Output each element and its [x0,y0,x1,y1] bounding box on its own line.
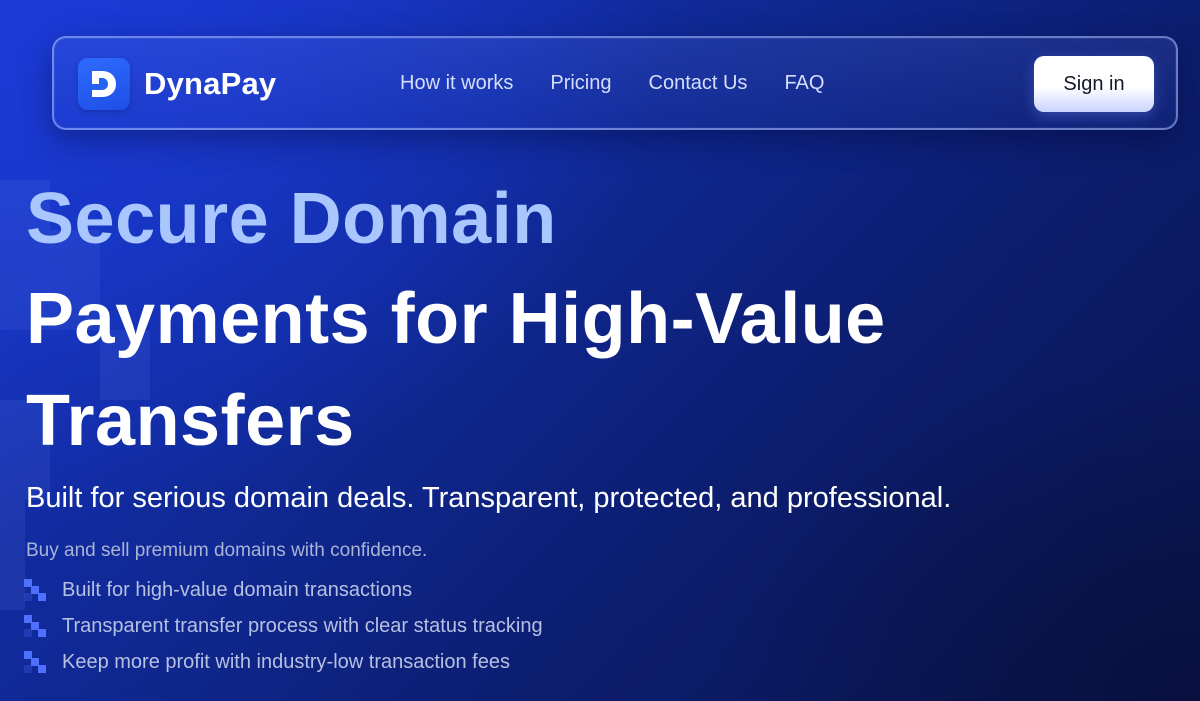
checker-bullet-icon [24,579,46,601]
brand-name: DynaPay [144,66,277,101]
nav-links: How it works Pricing Contact Us FAQ [400,38,824,128]
dp-logo-icon [78,58,130,110]
feature-text: Keep more profit with industry-low trans… [62,650,510,673]
hero-headline-line-3: Transfers [26,381,355,461]
hero-subtitle: Built for serious domain deals. Transpar… [26,482,952,514]
top-navbar: DynaPay How it works Pricing Contact Us … [52,36,1178,130]
sign-in-button[interactable]: Sign in [1034,56,1154,112]
feature-text: Transparent transfer process with clear … [62,614,543,637]
hero-description: Buy and sell premium domains with confid… [26,540,428,561]
feature-list: Built for high-value domain transactions… [24,572,543,680]
feature-item: Transparent transfer process with clear … [24,608,543,644]
nav-link-how-it-works[interactable]: How it works [400,72,513,95]
feature-item: Keep more profit with industry-low trans… [24,644,543,680]
nav-link-contact-us[interactable]: Contact Us [649,72,748,95]
nav-link-faq[interactable]: FAQ [784,72,824,95]
hero-headline-accent: Secure Domain [26,179,557,259]
nav-link-pricing[interactable]: Pricing [550,72,611,95]
checker-bullet-icon [24,615,46,637]
feature-text: Built for high-value domain transactions [62,578,413,601]
hero-headline-line-2: Payments for High-Value [26,279,886,359]
brand-logo-link[interactable]: DynaPay [78,58,276,110]
feature-item: Built for high-value domain transactions [24,572,543,608]
checker-bullet-icon [24,651,46,673]
